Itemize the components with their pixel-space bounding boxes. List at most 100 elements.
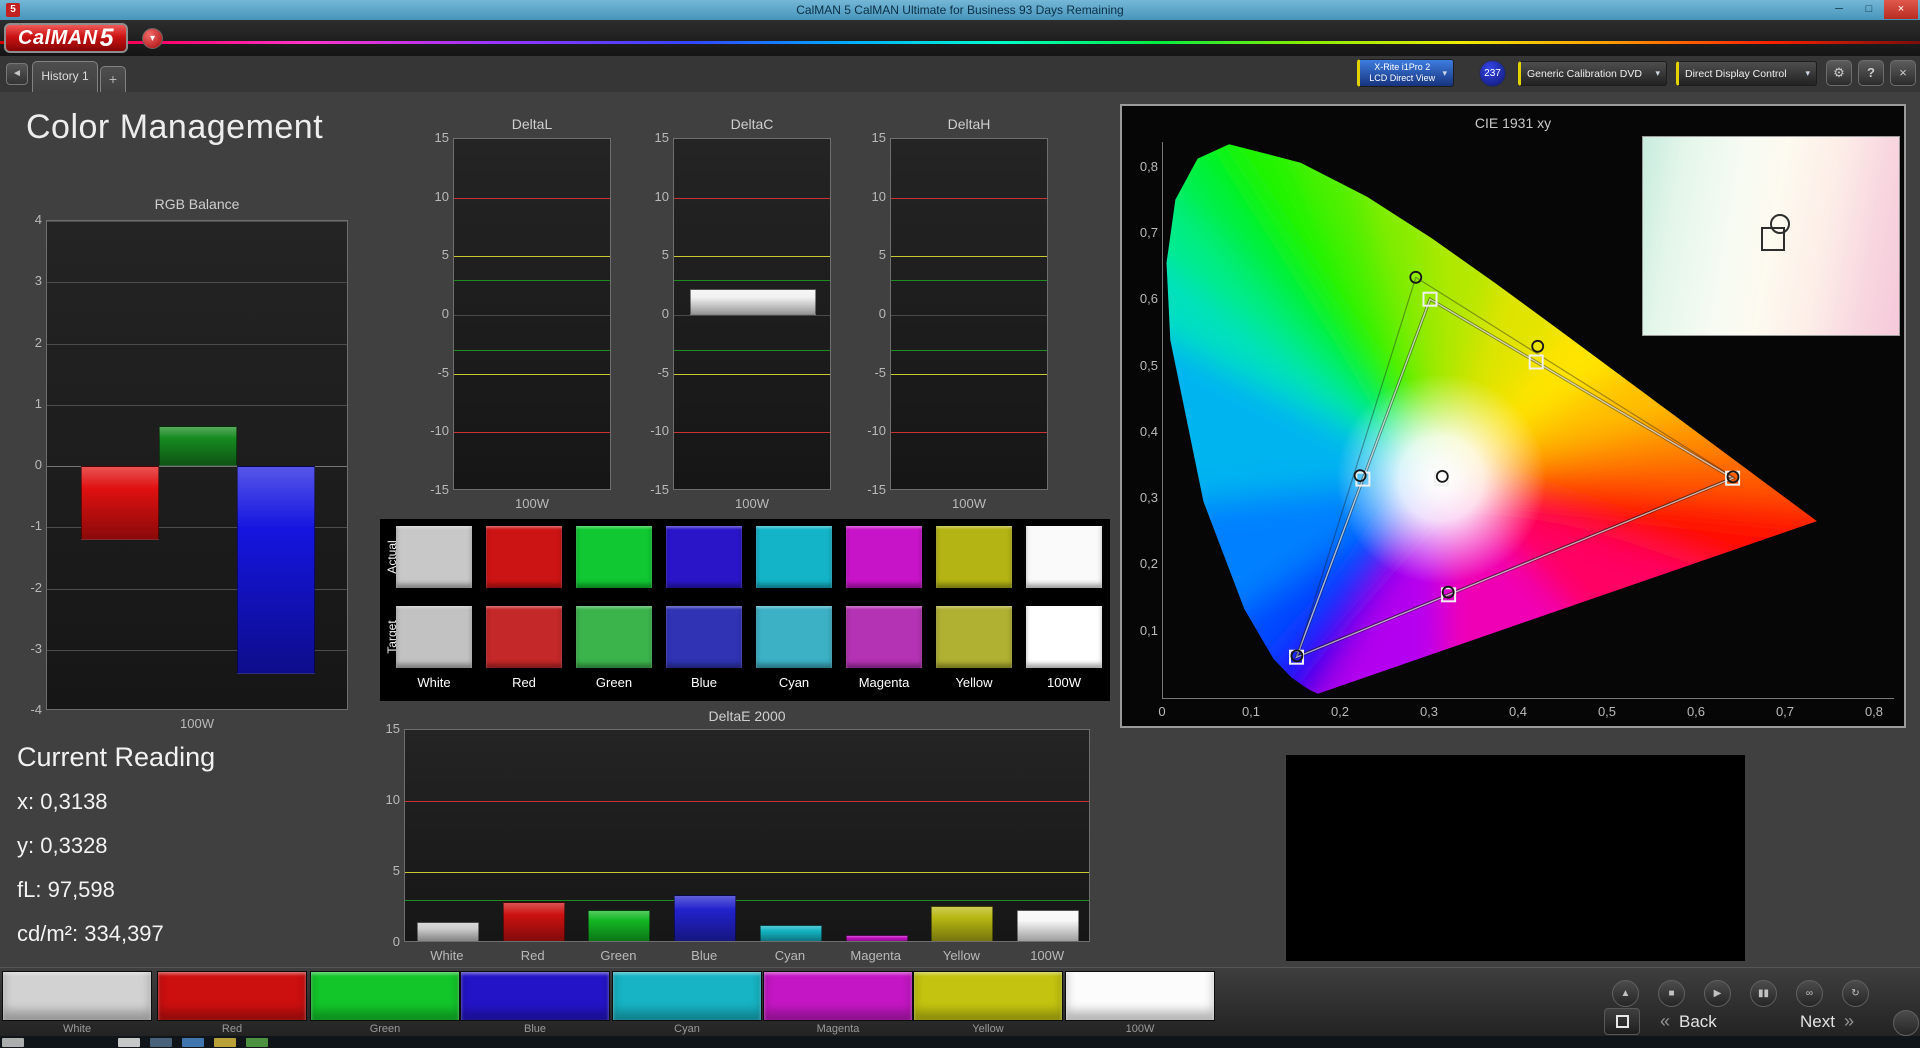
chevron-down-icon: ▾: [1655, 68, 1660, 79]
swatch-column-label: 100W: [1026, 675, 1102, 690]
eject-button[interactable]: ▲: [1612, 980, 1639, 1007]
meter-select-button[interactable]: X-Rite i1Pro 2 LCD Direct View ▾: [1357, 59, 1454, 87]
tab-history-1[interactable]: History 1: [32, 61, 98, 92]
pattern-button-100w[interactable]: [1065, 971, 1215, 1021]
cie-y-tick-label: 0,4: [1124, 424, 1158, 439]
x-axis-tick-label: Red: [490, 948, 576, 963]
delta-l-chart: DeltaL151050-5-10-15100W: [427, 116, 613, 520]
source-select-button[interactable]: Generic Calibration DVD ▾: [1518, 61, 1667, 86]
y-axis-tick-label: 0: [635, 306, 669, 321]
taskbar-start-icon[interactable]: [2, 1038, 24, 1047]
taskbar-icon[interactable]: [150, 1038, 172, 1047]
add-tab-button[interactable]: +: [100, 66, 126, 92]
tolerance-line: [891, 432, 1047, 433]
x-axis-tick-label: Yellow: [919, 948, 1005, 963]
tolerance-line: [891, 315, 1047, 316]
tolerance-line: [674, 350, 830, 351]
chart-bar: [159, 426, 237, 466]
stop-button[interactable]: ■: [1658, 980, 1685, 1007]
page-title: Color Management: [26, 108, 323, 147]
x-axis-label: 100W: [890, 496, 1048, 511]
pattern-button-label: Magenta: [763, 1023, 913, 1035]
y-axis-tick-label: 15: [415, 130, 449, 145]
chart-bar: [81, 466, 159, 540]
refresh-button[interactable]: ↻: [1842, 980, 1869, 1007]
pattern-button-white[interactable]: [2, 971, 152, 1021]
gridline: [47, 344, 347, 345]
collapse-panel-button[interactable]: ◄: [6, 63, 28, 85]
display-control-button[interactable]: Direct Display Control ▾: [1676, 61, 1817, 86]
tolerance-line: [405, 801, 1089, 802]
play-button[interactable]: ▶: [1704, 980, 1731, 1007]
y-axis-tick-label: -10: [635, 423, 669, 438]
taskbar-icon[interactable]: [246, 1038, 268, 1047]
tolerance-line: [674, 280, 830, 281]
pattern-button-blue[interactable]: [460, 971, 610, 1021]
x-axis-tick-label: 100W: [1004, 948, 1090, 963]
chart-plot-area: [404, 729, 1090, 942]
tolerance-line: [674, 256, 830, 257]
y-axis-tick-label: 2: [8, 335, 42, 350]
pattern-window-button[interactable]: [1604, 1008, 1640, 1035]
pattern-button-yellow[interactable]: [913, 971, 1063, 1021]
close-window-button[interactable]: ×: [1884, 0, 1918, 19]
taskbar-icon[interactable]: [214, 1038, 236, 1047]
back-button[interactable]: « Back: [1660, 1011, 1717, 1032]
cie-x-tick-label: 0,5: [1587, 704, 1627, 719]
cie-zoom-markers: [1643, 137, 1899, 335]
tolerance-line: [405, 872, 1089, 873]
reading-fl: fL: 97,598: [17, 877, 357, 903]
cie-x-tick-label: 0,8: [1854, 704, 1894, 719]
delta-h-chart: DeltaH151050-5-10-15100W: [864, 116, 1050, 520]
taskbar-icon[interactable]: [182, 1038, 204, 1047]
x-axis-tick-label: Cyan: [747, 948, 833, 963]
chart-plot-area: [453, 138, 611, 490]
tolerance-line: [674, 315, 830, 316]
loop-button[interactable]: ∞: [1796, 980, 1823, 1007]
maximize-button[interactable]: □: [1854, 0, 1884, 19]
pattern-button-green[interactable]: [310, 971, 460, 1021]
y-axis-tick-label: -5: [415, 365, 449, 380]
pattern-button-label: Green: [310, 1023, 460, 1035]
color-swatch-white: [396, 526, 472, 588]
tolerance-line: [674, 198, 830, 199]
chart-bar: [674, 895, 736, 942]
current-reading-panel: Current Reading x: 0,3138 y: 0,3328 fL: …: [17, 742, 357, 965]
y-axis-tick-label: -15: [635, 482, 669, 497]
reading-x: x: 0,3138: [17, 789, 357, 815]
chevron-down-icon: ▾: [1442, 68, 1447, 79]
y-axis-tick-label: -5: [635, 365, 669, 380]
minimize-button[interactable]: ─: [1824, 0, 1854, 19]
next-button[interactable]: Next »: [1800, 1011, 1854, 1032]
y-axis-tick-label: 4: [8, 212, 42, 227]
help-button[interactable]: ?: [1858, 60, 1884, 86]
y-axis-tick-label: 5: [415, 247, 449, 262]
pattern-button-magenta[interactable]: [763, 971, 913, 1021]
tolerance-line: [454, 432, 610, 433]
y-axis-tick-label: 10: [635, 189, 669, 204]
calman-logo: CalMAN5: [4, 23, 128, 53]
color-swatch-red: [486, 606, 562, 668]
nav-circle-button[interactable]: [1893, 1010, 1919, 1036]
logo-menu-button[interactable]: ▾: [142, 28, 163, 49]
y-axis-tick-label: 0: [8, 457, 42, 472]
y-axis-tick-label: 0: [366, 934, 400, 949]
y-axis-tick-label: -5: [852, 365, 886, 380]
tolerance-line: [454, 374, 610, 375]
y-axis-tick-label: -4: [8, 702, 42, 717]
tolerance-line: [891, 280, 1047, 281]
workspace-close-button[interactable]: ×: [1890, 60, 1916, 86]
cie-y-tick-label: 0,5: [1124, 358, 1158, 373]
y-axis-tick-label: -15: [415, 482, 449, 497]
tolerance-line: [454, 280, 610, 281]
pattern-button-cyan[interactable]: [612, 971, 762, 1021]
x-axis-label: 100W: [46, 716, 348, 731]
pattern-button-red[interactable]: [157, 971, 307, 1021]
pause-button[interactable]: ▮▮: [1750, 980, 1777, 1007]
y-axis-tick-label: 15: [366, 721, 400, 736]
taskbar-icon[interactable]: [118, 1038, 140, 1047]
caption-buttons: ─ □ ×: [1824, 0, 1918, 20]
cie-y-tick-label: 0,2: [1124, 556, 1158, 571]
pattern-button-label: Red: [157, 1023, 307, 1035]
settings-button[interactable]: ⚙: [1826, 60, 1852, 86]
